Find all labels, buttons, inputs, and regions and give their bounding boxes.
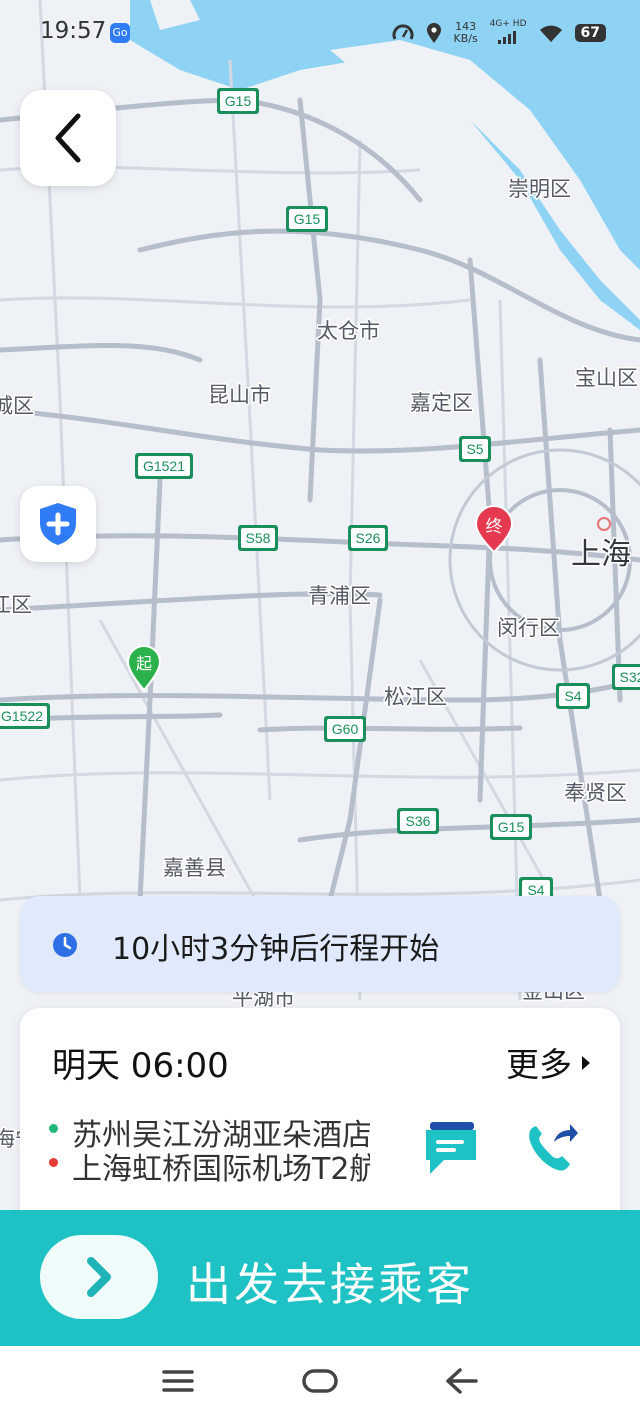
start-pickup-label: 出发去接乘客: [186, 1258, 475, 1311]
svg-text:终: 终: [486, 517, 503, 537]
status-bar: 19:57 Go 143 KB/s 4G+ HD 67: [0, 0, 640, 66]
message-icon: [426, 1122, 476, 1174]
wifi-icon: [539, 25, 562, 42]
destination-dot: [49, 1158, 58, 1167]
chevron-left-icon: [55, 113, 81, 163]
svg-text:S36: S36: [406, 813, 431, 829]
countdown-text: 10小时3分钟后行程开始: [112, 932, 440, 967]
map-label-qingpu: 青浦区: [308, 584, 371, 608]
more-button[interactable]: 更多: [506, 1038, 572, 1086]
clock-icon: [53, 933, 77, 957]
menu-button[interactable]: [160, 1366, 200, 1402]
origin-dot: [49, 1124, 58, 1133]
slide-handle[interactable]: [40, 1235, 158, 1319]
message-button[interactable]: [424, 1120, 478, 1180]
home-icon: [302, 1369, 338, 1393]
map-label-kunshan: 昆山市: [208, 383, 271, 407]
arrow-left-icon: [446, 1368, 478, 1394]
app-notification-icon: Go: [110, 23, 130, 43]
map-label-baoshan: 宝山区: [575, 366, 638, 390]
svg-text:G15: G15: [225, 93, 252, 109]
speedometer-icon: [392, 23, 413, 40]
map-label-fengxian: 奉贤区: [564, 781, 627, 805]
safety-center-button[interactable]: [20, 486, 96, 562]
phone-forward-icon: [529, 1124, 578, 1171]
svg-text:S5: S5: [466, 441, 483, 457]
road-shield-g1521: G1521: [135, 453, 193, 479]
caret-right-icon[interactable]: [580, 1054, 592, 1072]
chevron-right-icon: [87, 1257, 111, 1297]
svg-text:G1522: G1522: [1, 708, 43, 724]
road-shield-s36: S36: [397, 808, 439, 834]
signal-icon: 4G+ HD: [490, 18, 527, 47]
road-shield-g15-1: G15: [217, 88, 259, 114]
battery-icon: 67: [574, 23, 606, 42]
menu-icon: [162, 1370, 194, 1392]
svg-text:S58: S58: [246, 530, 271, 546]
location-icon: [426, 22, 441, 43]
destination-address: 上海虹桥国际机场T2航站楼: [72, 1152, 370, 1187]
trip-card: 明天 06:00 更多 苏州吴江汾湖亚朵酒店 上海虹桥国际机场T2航站楼: [20, 1008, 620, 1238]
system-nav-bar: [0, 1346, 640, 1422]
map-label-chengqu: 城区: [0, 394, 34, 418]
network-speed: 143 KB/s: [453, 19, 478, 45]
svg-text:G60: G60: [332, 721, 359, 737]
road-shield-s5: S5: [459, 436, 491, 462]
trip-time: 明天 06:00: [52, 1046, 229, 1086]
svg-text:G15: G15: [294, 211, 321, 227]
map-label-jiashan: 嘉善县: [163, 856, 226, 880]
start-pickup-bar[interactable]: 出发去接乘客: [0, 1210, 640, 1346]
call-button[interactable]: [524, 1120, 578, 1180]
shield-plus-icon: [40, 503, 76, 545]
map-label-taicang: 太仓市: [317, 319, 380, 343]
svg-text:S4: S4: [564, 688, 581, 704]
map-label-songjiang: 松江区: [384, 685, 447, 709]
road-shield-s58: S58: [238, 525, 278, 551]
svg-text:起: 起: [136, 654, 152, 673]
home-button[interactable]: [300, 1366, 340, 1402]
trip-countdown-banner: 10小时3分钟后行程开始: [20, 896, 620, 992]
road-shield-g15-3: G15: [490, 814, 532, 840]
svg-text:G15: G15: [498, 819, 525, 835]
map-label-jiangqu: 江区: [0, 593, 32, 617]
road-shield-s26: S26: [348, 525, 388, 551]
road-shield-g60: G60: [324, 716, 366, 742]
back-nav-button[interactable]: [444, 1366, 484, 1402]
svg-text:S32: S32: [620, 669, 640, 685]
map-label-jiading: 嘉定区: [410, 391, 473, 415]
road-shield-s32: S32: [612, 664, 640, 690]
svg-text:G1521: G1521: [143, 458, 185, 474]
status-time: 19:57: [40, 18, 107, 44]
road-shield-g1522: G1522: [0, 703, 50, 729]
road-shield-s4-1: S4: [556, 683, 590, 709]
back-button[interactable]: [20, 90, 116, 186]
road-shield-g15-2: G15: [286, 206, 328, 232]
svg-text:S26: S26: [356, 530, 381, 546]
map-label-minhang: 闵行区: [497, 616, 560, 640]
map-label-shanghai: 上海: [571, 537, 631, 572]
map-label-chongming: 崇明区: [508, 177, 571, 201]
